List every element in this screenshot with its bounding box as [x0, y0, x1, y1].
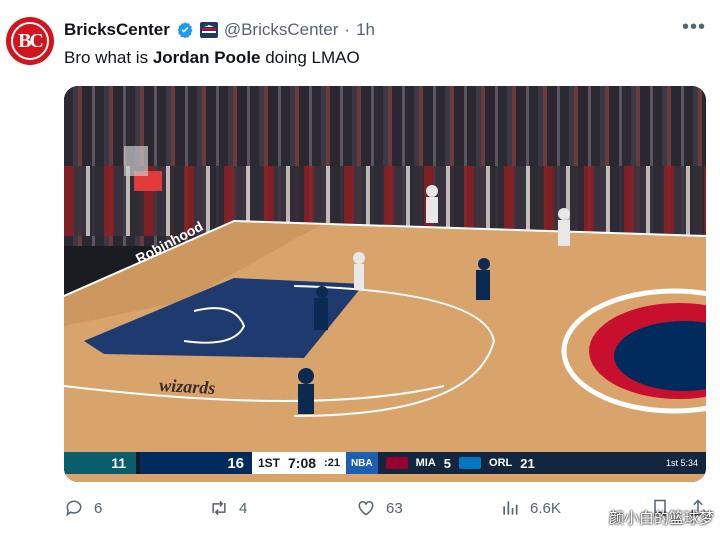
views-button[interactable]: 6.6K	[500, 498, 561, 518]
heart-icon	[358, 500, 374, 516]
period: 1ST	[258, 456, 281, 470]
court-wordmark: wizards	[159, 375, 216, 398]
views-icon	[503, 501, 518, 515]
more-options-icon[interactable]: •••	[682, 16, 706, 39]
avatar[interactable]: BC	[6, 17, 54, 65]
timestamp[interactable]: 1h	[356, 20, 375, 40]
scoreboard: 11 16 1ST 7:08 :21 NBA MIA 5 ORL 21 1st …	[64, 452, 706, 474]
display-name[interactable]: BricksCenter	[64, 20, 170, 40]
tweet-video[interactable]: wizards Robinhood 11 16 1ST 7:08 :21 NBA…	[64, 86, 706, 482]
like-count: 63	[386, 499, 403, 517]
watermark: 颜小白的篮球梦	[608, 510, 714, 527]
tweet-text-start: Bro what is	[64, 48, 153, 67]
clock: 7:08	[288, 455, 317, 471]
verified-badge-icon	[177, 22, 193, 39]
mention-jordan-poole: Jordan Poole	[152, 48, 261, 67]
repost-button[interactable]: 4	[209, 498, 247, 518]
like-button[interactable]: 63	[356, 498, 403, 518]
view-count: 6.6K	[530, 499, 561, 517]
game-clock: 1ST 7:08 :21	[252, 452, 346, 474]
repost-icon	[212, 500, 226, 516]
reply-button[interactable]: 6	[64, 498, 102, 518]
tweet-text: Bro what is Jordan Poole doing LMAO	[64, 48, 360, 68]
home-score: 16	[140, 452, 252, 474]
affiliate-badge-icon	[199, 22, 218, 38]
shot-clock: :21	[324, 457, 340, 469]
user-handle[interactable]: @BricksCenter	[224, 20, 339, 40]
mia-logo-icon	[385, 457, 408, 469]
repost-count: 4	[239, 499, 248, 517]
tweet-header: BricksCenter @BricksCenter · 1h	[64, 18, 375, 42]
other-status: 1st 5:34	[665, 458, 698, 468]
other-team2: ORL	[489, 457, 513, 469]
away-score: 11	[64, 452, 136, 474]
avatar-logo: BC	[11, 22, 49, 60]
network-badge: NBA	[345, 452, 378, 474]
separator: ·	[344, 20, 351, 39]
other-score1: 5	[443, 455, 452, 471]
reply-icon	[66, 500, 82, 517]
tweet-text-end: doing LMAO	[260, 48, 360, 67]
basketball-court: wizards Robinhood	[64, 146, 706, 482]
other-team1: MIA	[415, 457, 436, 469]
orl-logo-icon	[459, 457, 482, 469]
other-score2: 21	[520, 455, 535, 471]
other-game-ticker: MIA 5 ORL 21 1st 5:34	[377, 452, 706, 474]
reply-count: 6	[94, 499, 103, 517]
